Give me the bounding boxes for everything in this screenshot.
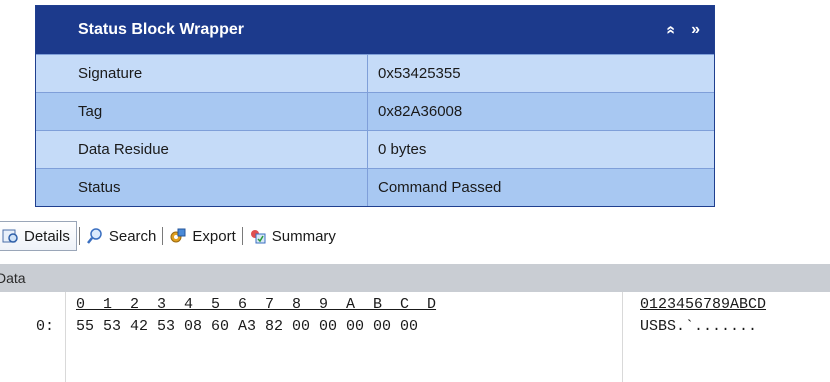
field-value: Command Passed [378, 179, 502, 196]
column-divider [622, 292, 623, 382]
view-toolbar: Details Search Export Summary [0, 218, 830, 254]
hex-column-header: 0 1 2 3 4 5 6 7 8 9 A B C D [76, 296, 437, 313]
ascii-column-header: 0123456789ABCD [640, 296, 767, 313]
table-row: Data Residue 0 bytes [36, 130, 714, 168]
collapse-icon[interactable]: « [662, 26, 680, 35]
field-label: Status [36, 169, 368, 206]
table-row: Status Command Passed [36, 168, 714, 206]
field-value: 0x82A36008 [378, 103, 463, 120]
column-divider [65, 292, 66, 382]
field-value: 0x53425355 [378, 65, 461, 82]
search-icon [86, 227, 104, 245]
export-icon [169, 227, 187, 245]
data-panel-title: Data [0, 270, 26, 286]
summary-label: Summary [271, 227, 336, 245]
export-label: Export [192, 227, 236, 245]
status-block-wrapper: Status Block Wrapper « » Signature 0x534… [35, 5, 715, 207]
table-row: Signature 0x53425355 [36, 54, 714, 92]
expand-icon[interactable]: » [691, 21, 700, 39]
row-offset: 0: [36, 318, 55, 335]
toolbar-separator [78, 227, 80, 245]
field-label: Data Residue [36, 131, 368, 168]
status-block-controls: « » [663, 21, 700, 39]
details-icon [1, 227, 19, 245]
table-row: Tag 0x82A36008 [36, 92, 714, 130]
field-label: Tag [36, 93, 368, 130]
toolbar-separator [162, 227, 164, 245]
search-label: Search [108, 227, 157, 245]
field-label: Signature [36, 55, 368, 92]
hex-viewer[interactable]: 0 1 2 3 4 5 6 7 8 9 A B C D 0123456789AB… [0, 292, 830, 382]
search-tab[interactable]: Search [82, 222, 161, 250]
export-tab[interactable]: Export [165, 222, 239, 250]
details-label: Details [24, 227, 70, 245]
details-tab[interactable]: Details [0, 221, 77, 251]
data-panel-header: Data [0, 264, 830, 292]
field-value: 0 bytes [378, 141, 427, 158]
hex-bytes[interactable]: 55 53 42 53 08 60 A3 82 00 00 00 00 00 [76, 318, 418, 335]
summary-icon [249, 227, 267, 245]
toolbar-separator [241, 227, 243, 245]
status-block-header: Status Block Wrapper « » [36, 6, 714, 54]
status-block-title: Status Block Wrapper [78, 21, 244, 38]
summary-tab[interactable]: Summary [245, 222, 340, 250]
ascii-bytes[interactable]: USBS.`....... [640, 318, 757, 335]
